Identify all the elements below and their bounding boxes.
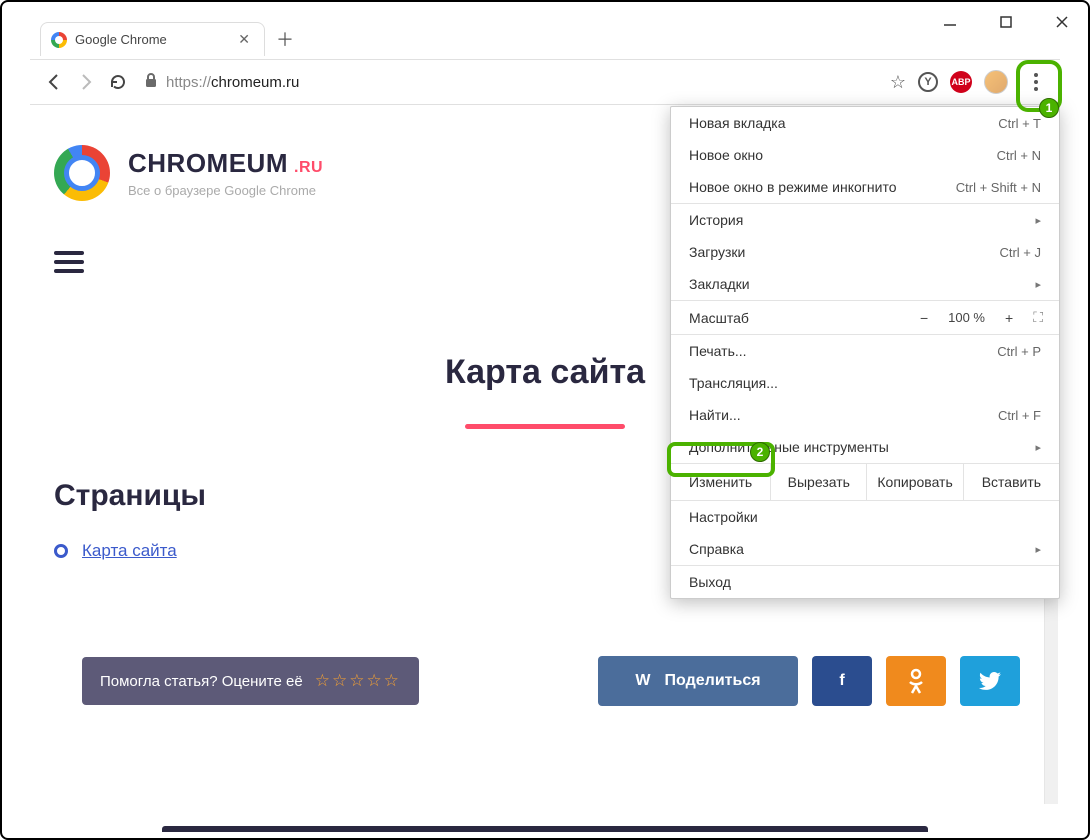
rating-box[interactable]: Помогла статья? Оцените её ☆☆☆☆☆ bbox=[82, 657, 419, 705]
url-host: chromeum.ru bbox=[211, 74, 299, 91]
site-subtitle: Все о браузере Google Chrome bbox=[128, 183, 323, 198]
fullscreen-icon[interactable]: ⛶ bbox=[1033, 309, 1041, 326]
zoom-out-button[interactable]: − bbox=[920, 310, 928, 326]
menu-edit-paste[interactable]: Вставить bbox=[963, 464, 1059, 500]
menu-item-incognito[interactable]: Новое окно в режиме инкогнито Ctrl + Shi… bbox=[671, 171, 1059, 203]
chrome-menu: Новая вкладка Ctrl + T Новое окно Ctrl +… bbox=[670, 106, 1060, 599]
zoom-value: 100 % bbox=[948, 310, 985, 325]
menu-item-history[interactable]: История bbox=[671, 204, 1059, 236]
tab-strip: Google Chrome ✕ ＋ bbox=[40, 22, 299, 56]
browser-tab[interactable]: Google Chrome ✕ bbox=[40, 22, 265, 56]
rating-stars[interactable]: ☆☆☆☆☆ bbox=[315, 671, 401, 691]
rating-label: Помогла статья? Оцените её bbox=[100, 673, 303, 690]
menu-item-exit[interactable]: Выход bbox=[671, 566, 1059, 598]
bullet-icon bbox=[54, 544, 68, 558]
link-sitemap[interactable]: Карта сайта bbox=[82, 541, 177, 561]
site-nav-hamburger[interactable] bbox=[54, 251, 84, 273]
menu-item-new-tab[interactable]: Новая вкладка Ctrl + T bbox=[671, 107, 1059, 139]
site-logo-icon bbox=[54, 145, 110, 201]
address-bar[interactable]: https:// chromeum.ru bbox=[144, 72, 880, 92]
nav-forward-button[interactable] bbox=[72, 68, 100, 96]
menu-item-downloads[interactable]: Загрузки Ctrl + J bbox=[671, 236, 1059, 268]
annotation-badge-1: 1 bbox=[1039, 98, 1059, 118]
menu-item-edit: Изменить Вырезать Копировать Вставить bbox=[671, 463, 1059, 501]
share-ok-button[interactable] bbox=[886, 656, 946, 706]
window-minimize-button[interactable] bbox=[934, 6, 966, 38]
tab-close-button[interactable]: ✕ bbox=[238, 31, 250, 48]
window-maximize-button[interactable] bbox=[990, 6, 1022, 38]
menu-item-more-tools[interactable]: Дополнительные инструменты bbox=[671, 431, 1059, 463]
tab-title: Google Chrome bbox=[75, 32, 167, 47]
title-underline bbox=[465, 424, 625, 429]
menu-edit-cut[interactable]: Вырезать bbox=[770, 464, 866, 500]
menu-item-zoom: Масштаб − 100 % + ⛶ bbox=[671, 301, 1059, 334]
window-controls bbox=[934, 2, 1078, 42]
kebab-icon bbox=[1034, 73, 1038, 91]
url-protocol: https:// bbox=[166, 74, 211, 91]
zoom-in-button[interactable]: + bbox=[1005, 310, 1013, 326]
browser-window: Google Chrome ✕ ＋ https:// chromeum.ru ☆… bbox=[0, 0, 1090, 840]
extension-yandex-icon[interactable]: Y bbox=[918, 72, 938, 92]
facebook-icon: f bbox=[839, 672, 844, 690]
extension-abp-icon[interactable]: ABP bbox=[950, 71, 972, 93]
share-twitter-button[interactable] bbox=[960, 656, 1020, 706]
bookmark-star-icon[interactable]: ☆ bbox=[890, 72, 906, 93]
share-facebook-button[interactable]: f bbox=[812, 656, 872, 706]
menu-item-help[interactable]: Справка bbox=[671, 533, 1059, 565]
menu-edit-copy[interactable]: Копировать bbox=[866, 464, 962, 500]
page-footer-bar bbox=[162, 826, 928, 832]
window-close-button[interactable] bbox=[1046, 6, 1078, 38]
twitter-icon bbox=[979, 672, 1001, 690]
ok-icon bbox=[907, 667, 925, 695]
chrome-favicon-icon bbox=[51, 32, 67, 48]
nav-reload-button[interactable] bbox=[104, 68, 132, 96]
menu-item-new-window[interactable]: Новое окно Ctrl + N bbox=[671, 139, 1059, 171]
page-footer: Помогла статья? Оцените её ☆☆☆☆☆ W Подел… bbox=[82, 656, 1020, 706]
chrome-menu-button[interactable] bbox=[1020, 66, 1052, 98]
menu-item-bookmarks[interactable]: Закладки bbox=[671, 268, 1059, 300]
menu-item-cast[interactable]: Трансляция... bbox=[671, 367, 1059, 399]
nav-back-button[interactable] bbox=[40, 68, 68, 96]
site-title: CHROMEUM .RU bbox=[128, 148, 323, 179]
menu-item-find[interactable]: Найти... Ctrl + F bbox=[671, 399, 1059, 431]
lock-icon bbox=[144, 72, 158, 92]
vk-icon: W bbox=[635, 672, 650, 690]
share-vk-button[interactable]: W Поделиться bbox=[598, 656, 798, 706]
new-tab-button[interactable]: ＋ bbox=[271, 25, 299, 53]
profile-avatar-icon[interactable] bbox=[984, 70, 1008, 94]
menu-item-settings[interactable]: Настройки bbox=[671, 501, 1059, 533]
menu-item-print[interactable]: Печать... Ctrl + P bbox=[671, 335, 1059, 367]
browser-toolbar: https:// chromeum.ru ☆ Y ABP bbox=[30, 59, 1060, 105]
toolbar-right: ☆ Y ABP bbox=[890, 66, 1052, 98]
annotation-badge-2: 2 bbox=[750, 442, 770, 462]
